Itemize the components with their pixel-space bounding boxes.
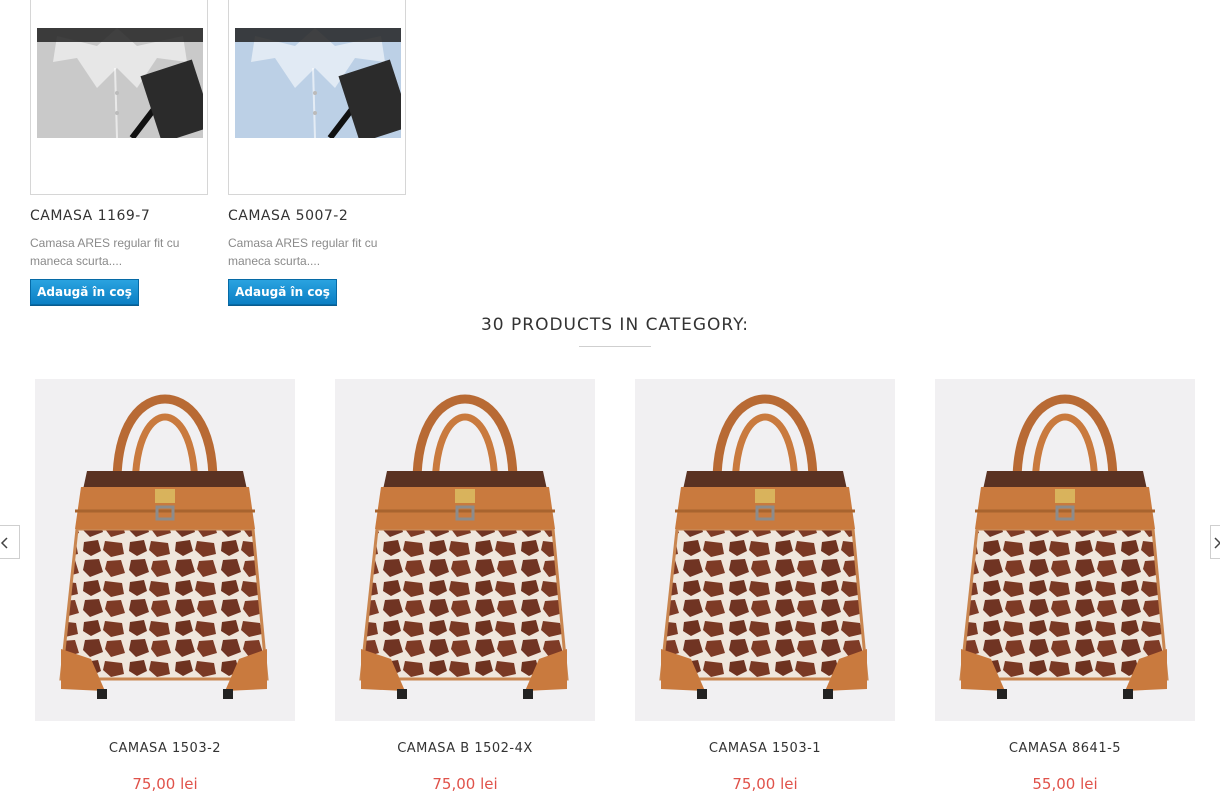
product-description: Camasa ARES regular fit cu maneca scurta… [30,236,180,268]
product-name[interactable]: CAMASA 1169-7 [30,208,150,224]
giraffe-bag-image-icon [935,379,1195,721]
product-image[interactable] [635,379,895,721]
product-price: 75,00 lei [432,775,498,793]
chevron-right-icon [1214,537,1220,549]
product-description: Camasa ARES regular fit cu maneca scurta… [228,236,378,268]
product-image[interactable] [935,379,1195,721]
add-to-cart-button[interactable]: Adaugă în coş [30,279,139,305]
giraffe-bag-image-icon [335,379,595,721]
product-price: 75,00 lei [132,775,198,793]
carousel-prev-button[interactable] [0,525,20,559]
product-price: 55,00 lei [1032,775,1098,793]
shirt-image-icon [235,28,401,138]
product-price: 75,00 lei [732,775,798,793]
product-thumbnail[interactable] [30,0,208,195]
heading-divider [579,346,651,347]
product-name[interactable]: CAMASA 1503-2 [35,741,295,756]
chevron-left-icon [0,537,8,549]
add-to-cart-button[interactable]: Adaugă în coş [228,279,337,305]
product-image[interactable] [35,379,295,721]
product-name[interactable]: CAMASA B 1502-4X [335,741,595,756]
category-heading: 30 PRODUCTS IN CATEGORY: [480,315,750,335]
giraffe-bag-image-icon [635,379,895,721]
product-name[interactable]: CAMASA 5007-2 [228,208,348,224]
shirt-image-icon [37,28,203,138]
product-image[interactable] [335,379,595,721]
giraffe-bag-image-icon [35,379,295,721]
product-name[interactable]: CAMASA 8641-5 [935,741,1195,756]
product-name[interactable]: CAMASA 1503-1 [635,741,895,756]
product-thumbnail[interactable] [228,0,406,195]
carousel-next-button[interactable] [1210,525,1220,559]
